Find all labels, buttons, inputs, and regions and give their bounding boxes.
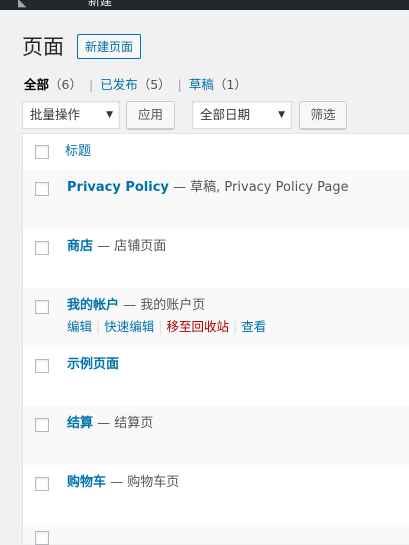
trash-link[interactable]: 移至回收站 xyxy=(166,319,229,334)
row-checkbox[interactable] xyxy=(35,300,49,314)
view-all[interactable]: 全部（6） xyxy=(24,77,82,92)
pages-table: 标题 Privacy Policy — 草稿, Privacy Policy P… xyxy=(22,133,409,545)
table-row: Privacy Policy — 草稿, Privacy Policy Page xyxy=(23,170,409,229)
row-title-link[interactable]: 购物车 xyxy=(67,475,106,490)
edit-link[interactable]: 编辑 xyxy=(67,319,92,334)
row-checkbox[interactable] xyxy=(35,359,49,373)
row-state: — 我的账户页 xyxy=(119,298,206,313)
row-title-link[interactable]: 结算 xyxy=(67,416,93,431)
add-new-page-button[interactable]: 新建页面 xyxy=(77,34,142,59)
admin-bar: ◣ 新建 xyxy=(0,0,409,10)
row-checkbox[interactable] xyxy=(35,182,49,196)
row-state: — 结算页 xyxy=(93,416,154,431)
wordpress-icon[interactable]: ◣ xyxy=(18,0,26,9)
quick-edit-link[interactable]: 快速编辑 xyxy=(104,319,154,334)
column-title-sort[interactable]: 标题 xyxy=(65,143,91,161)
date-filter-select[interactable]: 全部日期 ▼ xyxy=(192,101,292,129)
view-drafts[interactable]: 草稿（1） xyxy=(189,77,247,92)
row-checkbox[interactable] xyxy=(35,477,49,491)
view-filters: 全部（6） | 已发布（5） | 草稿（1） xyxy=(24,77,247,92)
row-title-link[interactable]: 商店 xyxy=(67,239,93,254)
bulk-action-select[interactable]: 批量操作 ▼ xyxy=(22,101,120,129)
row-checkbox[interactable] xyxy=(35,418,49,432)
table-header: 标题 xyxy=(23,134,409,171)
admin-bar-new-link[interactable]: 新建 xyxy=(88,0,112,8)
row-title-link[interactable]: 示例页面 xyxy=(67,357,119,372)
row-actions: 编辑 | 快速编辑 | 移至回收站 | 查看 xyxy=(67,319,267,334)
dropdown-arrow-icon: ▼ xyxy=(106,110,113,120)
row-title-link[interactable]: Privacy Policy xyxy=(67,180,169,195)
filter-button[interactable]: 筛选 xyxy=(299,101,347,129)
row-state: — 草稿, Privacy Policy Page xyxy=(168,180,349,195)
table-row: 我的帐户 — 我的账户页 编辑 | 快速编辑 | 移至回收站 | 查看 xyxy=(23,288,409,347)
table-row: 商店 — 店铺页面 xyxy=(23,229,409,288)
row-checkbox[interactable] xyxy=(35,531,49,545)
row-title-link[interactable]: 我的帐户 xyxy=(67,298,119,313)
row-state: — 店铺页面 xyxy=(93,239,167,254)
page-title: 页面 xyxy=(22,35,64,59)
table-row xyxy=(23,524,409,545)
view-published[interactable]: 已发布（5） xyxy=(100,77,170,92)
table-row: 示例页面 xyxy=(23,347,409,406)
view-link[interactable]: 查看 xyxy=(241,319,266,334)
apply-button[interactable]: 应用 xyxy=(126,101,175,129)
dropdown-arrow-icon: ▼ xyxy=(278,110,285,120)
row-checkbox[interactable] xyxy=(35,241,49,255)
table-row: 购物车 — 购物车页 xyxy=(23,465,409,524)
row-state: — 购物车页 xyxy=(106,475,180,490)
select-all-checkbox[interactable] xyxy=(35,145,49,159)
table-row: 结算 — 结算页 xyxy=(23,406,409,465)
